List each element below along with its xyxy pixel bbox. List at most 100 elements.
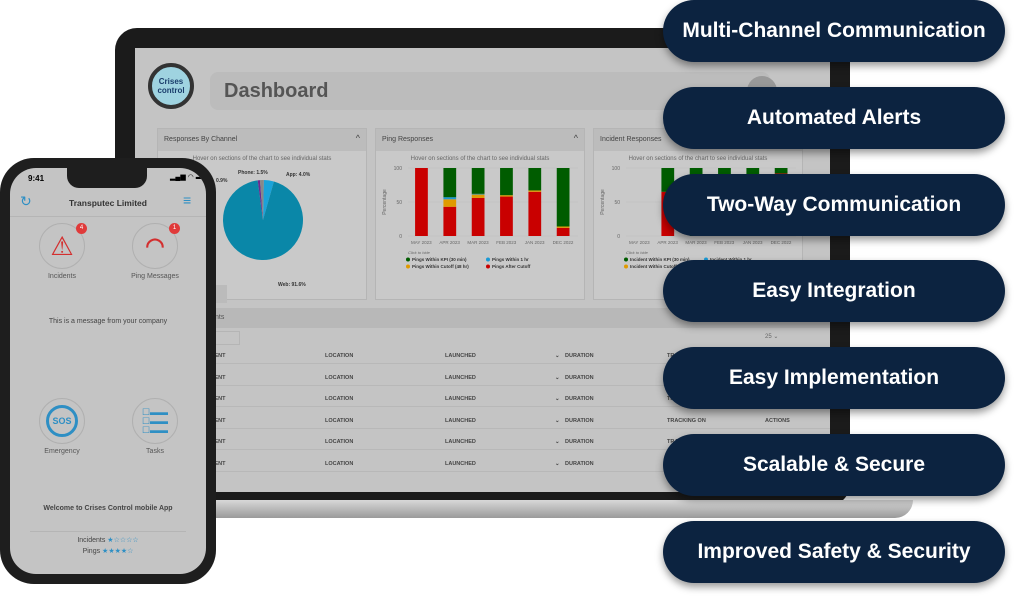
column-header: LAUNCHED — [445, 396, 476, 402]
legend-marker — [486, 264, 490, 269]
x-tick-label: FEB 2023 — [714, 240, 735, 245]
tile-label: Ping Messages — [131, 273, 179, 280]
legend-marker — [406, 257, 410, 262]
feature-pill: Two-Way Communication — [663, 173, 1005, 236]
bar-segment — [556, 227, 570, 236]
rating-row: Incidents ★☆☆☆☆ — [10, 536, 206, 544]
table-row[interactable]: CIDENTLOCATIONLAUNCHEDDURATIONTRACKING O… — [135, 413, 830, 429]
x-tick-label: MAR 2023 — [467, 240, 489, 245]
column-header: LAUNCHED — [445, 417, 476, 424]
card-ping-responses: Ping Responses ^ Hover on sections of the… — [375, 128, 585, 300]
column-header: DURATION — [565, 374, 594, 381]
star-rating-icon: ★☆☆☆☆ — [105, 537, 139, 544]
x-tick-label: MAY 2023 — [411, 240, 432, 245]
y-tick-label: 0 — [399, 234, 402, 240]
legend-hint: Click to hide — [626, 250, 649, 255]
x-tick-label: MAR 2023 — [685, 240, 707, 245]
column-header: ACTIONS — [765, 417, 790, 424]
task-list-icon: ☐▬▬ ☐▬▬ ☐▬▬ — [141, 406, 169, 435]
pie-label: Web: 91.6% — [278, 282, 306, 288]
bar-segment — [471, 197, 485, 236]
column-header: LAUNCHED — [445, 460, 476, 467]
sos-icon: SOS — [46, 405, 78, 437]
x-tick-label: MAY 2023 — [629, 240, 650, 245]
y-axis-label: Percentage — [382, 189, 388, 215]
crises-control-logo: Crises control — [148, 63, 194, 109]
x-tick-label: JAN 2023 — [743, 240, 763, 245]
y-tick-label: 50 — [614, 200, 620, 206]
column-header: LAUNCHED — [445, 353, 476, 359]
bar-segment — [471, 168, 485, 194]
rating-label: Incidents — [77, 537, 106, 544]
bar-segment — [528, 190, 542, 192]
column-header: LAUNCHED — [445, 374, 476, 381]
column-header: LOCATION — [325, 439, 354, 445]
bar-segment — [471, 194, 485, 198]
legend-hint: Click to hide — [408, 250, 431, 255]
feature-pill: Multi-Channel Communication — [663, 0, 1005, 62]
tasks-tile[interactable]: ☐▬▬ ☐▬▬ ☐▬▬ — [132, 398, 178, 444]
page-size-select[interactable]: 25 ⌄ — [765, 333, 778, 340]
rating-label: Pings — [82, 548, 101, 555]
feature-pill: Automated Alerts — [663, 86, 1005, 149]
bar-segment — [443, 168, 457, 198]
column-header: DURATION — [565, 417, 594, 424]
bar-segment — [471, 193, 485, 195]
legend-marker — [624, 264, 628, 269]
status-time: 9:41 — [28, 174, 45, 183]
card-title: Ping Responses — [382, 136, 433, 143]
incidents-badge: 4 — [76, 223, 87, 234]
ping-badge: 1 — [169, 223, 180, 234]
sort-chevron-icon[interactable]: ⌄ — [555, 461, 560, 467]
sort-chevron-icon[interactable]: ⌄ — [555, 396, 560, 402]
column-header: LOCATION — [325, 396, 354, 402]
pie-label: App: 4.0% — [286, 172, 311, 178]
card-title: Responses By Channel — [164, 136, 238, 143]
collapse-icon[interactable]: ^ — [356, 133, 360, 143]
y-tick-label: 100 — [612, 166, 621, 172]
sort-chevron-icon[interactable]: ⌄ — [555, 439, 560, 445]
star-rating-icon: ★★★★☆ — [100, 548, 134, 555]
feature-pill: Easy Implementation — [663, 347, 1005, 410]
feature-pill: Improved Safety & Security — [663, 520, 1005, 583]
feature-pill: Easy Integration — [663, 260, 1005, 323]
laptop-base — [105, 500, 913, 518]
x-tick-label: DEC 2022 — [553, 240, 574, 245]
ping-bar-chart[interactable]: Percentage 100 50 0 MAY 2023 APR 2023 MAR 2023… — [376, 162, 586, 297]
column-header: LOCATION — [325, 353, 354, 359]
x-tick-label: APR 2023 — [439, 240, 460, 245]
phone-screen: 9:41 ▂▄▆ ◠ ▬ ↻ Transputec Limited ≡ ⚠ 4 … — [10, 168, 206, 574]
x-tick-label: FEB 2023 — [496, 240, 517, 245]
bar-segment — [443, 199, 457, 207]
legend-item: Incident Within KPI (30 min) — [630, 257, 690, 262]
bar-segment — [528, 168, 542, 191]
company-message: This is a message from your company — [48, 318, 168, 325]
legend-item: Pings After Cutoff — [492, 264, 531, 269]
bar-segment — [415, 168, 428, 236]
menu-icon[interactable]: ≡ — [183, 193, 191, 207]
emergency-tile[interactable]: SOS — [39, 398, 85, 444]
column-header: DURATION — [565, 439, 594, 445]
warning-icon: ⚠ — [50, 230, 74, 261]
sort-chevron-icon[interactable]: ⌄ — [555, 353, 560, 359]
column-header: LOCATION — [325, 417, 354, 424]
notch — [67, 168, 147, 188]
pie-label: 0.9% — [216, 178, 228, 184]
sort-chevron-icon[interactable]: ⌄ — [555, 375, 560, 381]
card-title: Incident Responses — [600, 136, 662, 143]
column-header: LOCATION — [325, 460, 354, 467]
collapse-icon[interactable]: ^ — [574, 133, 578, 143]
x-tick-label: JAN 2023 — [525, 240, 545, 245]
pie-label: Phone: 1.5% — [238, 170, 268, 176]
tile-label: Tasks — [146, 448, 164, 455]
column-header: TRACKING ON — [667, 417, 706, 424]
bar-segment — [528, 191, 542, 236]
column-header: DURATION — [565, 353, 594, 359]
sort-chevron-icon[interactable]: ⌄ — [555, 418, 560, 424]
bar-segment — [556, 168, 570, 227]
feature-pill: Scalable & Secure — [663, 434, 1005, 496]
rating-row: Pings ★★★★☆ — [10, 547, 206, 555]
bar-segment — [500, 168, 513, 196]
bar-segment — [500, 195, 513, 197]
signal-wifi-battery-icon: ▂▄▆ ◠ ▬ — [170, 174, 203, 181]
